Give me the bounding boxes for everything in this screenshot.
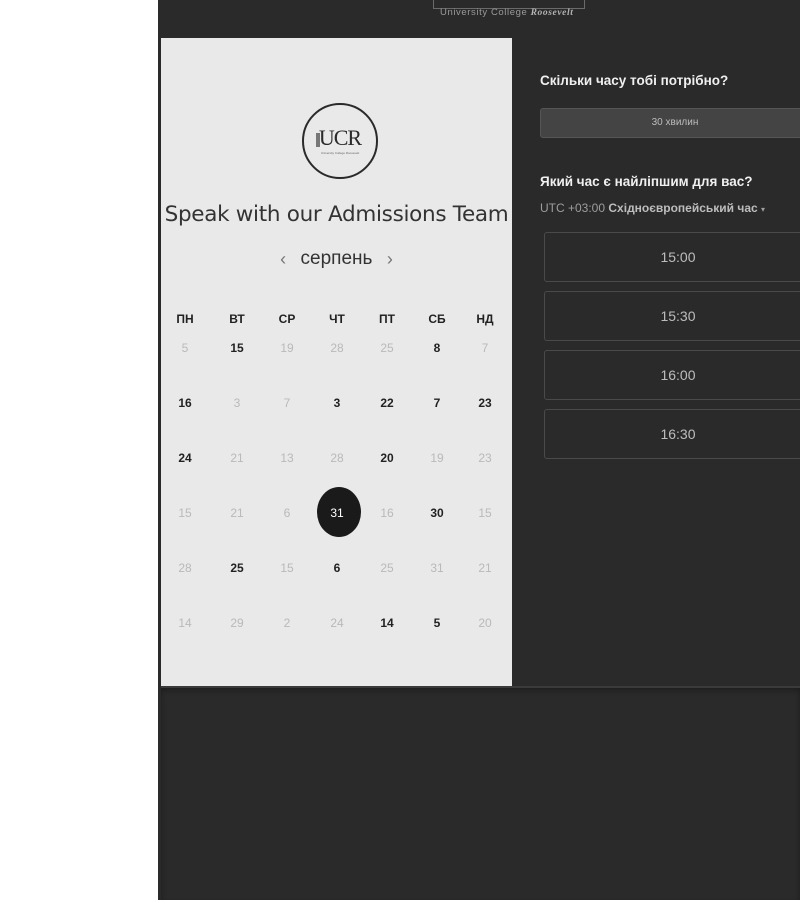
weekday-label: ПН <box>176 312 194 326</box>
weekday-label: ВТ <box>229 312 245 326</box>
chevron-down-icon: ▾ <box>761 205 766 214</box>
calendar-day: 15 <box>478 506 492 520</box>
calendar-day: 23 <box>478 451 492 465</box>
time-panel: Скільки часу тобі потрібно? 30 хвилин Як… <box>512 38 800 686</box>
calendar-day: 24 <box>330 616 344 630</box>
page-title: Speak with our Admissions Team <box>164 202 509 227</box>
calendar-day: 3 <box>233 396 241 410</box>
calendar-day[interactable]: 3 <box>317 396 357 410</box>
calendar-day: 15 <box>178 506 192 520</box>
calendar-day: 7 <box>283 396 291 410</box>
calendar-day[interactable]: 5 <box>417 616 457 630</box>
time-slot-button[interactable]: 15:30 <box>544 291 800 341</box>
calendar-day: 28 <box>178 561 192 575</box>
calendar-day[interactable]: 15 <box>217 341 257 355</box>
duration-question: Скільки часу тобі потрібно? <box>540 73 729 88</box>
weekday-label: ПТ <box>379 312 395 326</box>
calendar-day: 19 <box>280 341 294 355</box>
calendar-day: 21 <box>478 561 492 575</box>
chevron-right-icon[interactable]: › <box>377 249 403 270</box>
calendar-day[interactable]: 23 <box>465 396 505 410</box>
calendar-day: 29 <box>230 616 244 630</box>
weekday-label: НД <box>476 312 494 326</box>
calendar-day[interactable]: 25 <box>217 561 257 575</box>
time-question: Який час є найліпшим для вас? <box>540 174 753 189</box>
weekday-label: ЧТ <box>329 312 345 326</box>
footer-area <box>161 686 800 900</box>
month-label: серпень <box>300 248 373 269</box>
calendar-day: 25 <box>380 341 394 355</box>
calendar-day: 14 <box>178 616 192 630</box>
calendar-day: 25 <box>380 561 394 575</box>
time-slot-button[interactable]: 16:00 <box>544 350 800 400</box>
calendar-day[interactable]: 16 <box>165 396 205 410</box>
calendar-day: 19 <box>430 451 444 465</box>
calendar-day[interactable]: 14 <box>367 616 407 630</box>
timezone-name: Східноєвропейський час <box>608 201 758 215</box>
calendar-day[interactable]: 8 <box>417 341 457 355</box>
timezone-select[interactable]: UTC +03:00 Східноєвропейський час ▾ <box>540 201 765 215</box>
calendar-day: 13 <box>280 451 294 465</box>
calendar-day: 5 <box>181 341 189 355</box>
brand-subtitle-name: Roosevelt <box>530 8 574 18</box>
calendar-day: 16 <box>380 506 394 520</box>
ucr-logo: UCR University College Roosevelt <box>302 103 378 179</box>
calendar-day: 31 <box>430 561 444 575</box>
calendar-panel: UCR University College Roosevelt Speak w… <box>161 38 512 686</box>
brand-subtitle: University College Roosevelt <box>440 7 573 18</box>
duration-select[interactable]: 30 хвилин <box>540 108 800 138</box>
brand-subtitle-prefix: University College <box>440 7 531 18</box>
selected-day[interactable]: 31 <box>317 506 357 520</box>
month-navigator: ‹ серпень › <box>161 248 512 270</box>
timezone-offset: UTC +03:00 <box>540 201 606 215</box>
calendar-day[interactable]: 22 <box>367 396 407 410</box>
time-slot-button[interactable]: 16:30 <box>544 409 800 459</box>
divider <box>161 686 800 688</box>
calendar-day[interactable]: 20 <box>367 451 407 465</box>
calendar-day: 2 <box>283 616 291 630</box>
calendar-day: 28 <box>330 341 344 355</box>
calendar-day: 21 <box>230 506 244 520</box>
calendar-day: 21 <box>230 451 244 465</box>
weekday-label: СБ <box>428 312 446 326</box>
calendar-day[interactable]: 24 <box>165 451 205 465</box>
logo-tagline: University College Roosevelt <box>320 151 360 155</box>
calendar-day: 7 <box>481 341 489 355</box>
calendar-day[interactable]: 30 <box>417 506 457 520</box>
calendar-day[interactable]: 7 <box>417 396 457 410</box>
calendar-day: 20 <box>478 616 492 630</box>
logo-text: UCR <box>318 125 362 150</box>
calendar-day: 28 <box>330 451 344 465</box>
weekday-label: СР <box>278 312 296 326</box>
chevron-left-icon[interactable]: ‹ <box>270 249 296 270</box>
calendar-day: 15 <box>280 561 294 575</box>
top-bar: University College Roosevelt <box>158 0 800 38</box>
time-slot-button[interactable]: 15:00 <box>544 232 800 282</box>
calendar-day: 6 <box>283 506 291 520</box>
calendar-day[interactable]: 6 <box>317 561 357 575</box>
